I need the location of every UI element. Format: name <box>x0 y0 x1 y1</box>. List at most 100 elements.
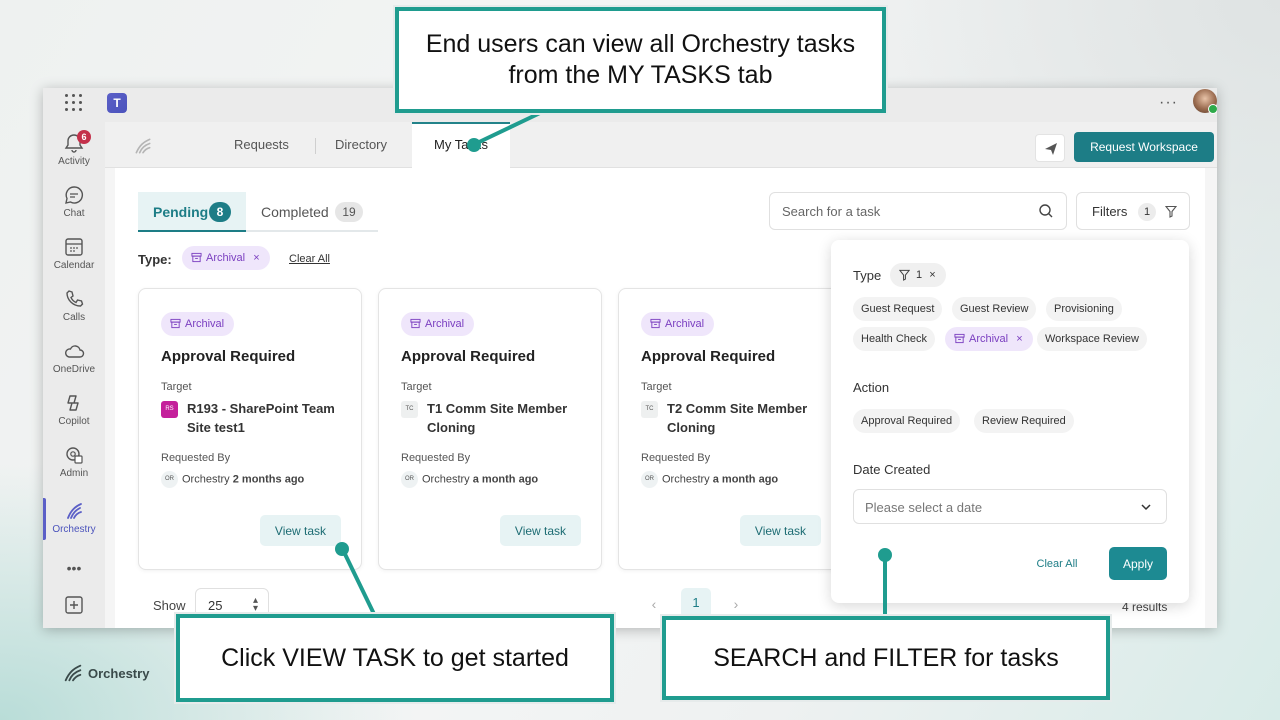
rail-label: Orchestry <box>52 524 96 535</box>
rail-item-onedrive[interactable]: OneDrive <box>43 336 105 384</box>
callout-view-task: Click VIEW TASK to get started <box>176 614 614 702</box>
rail-add-app[interactable] <box>43 592 105 620</box>
requester-name: Orchestry <box>422 473 470 486</box>
target-label: Target <box>161 381 192 393</box>
filter-option-review-required[interactable]: Review Required <box>974 409 1074 433</box>
more-options-icon[interactable]: ··· <box>1159 94 1178 112</box>
rail-label: Calendar <box>53 260 95 271</box>
clear-type-icon[interactable]: × <box>929 269 935 281</box>
request-age: a month ago <box>712 473 779 486</box>
next-page-button[interactable]: › <box>725 593 747 615</box>
filter-action-label: Action <box>853 380 890 395</box>
filters-count-badge: 1 <box>1138 203 1156 221</box>
target-name: T1 Comm Site Member Cloning <box>427 401 568 435</box>
filter-option-archival[interactable]: Archival × <box>945 327 1033 351</box>
filter-option-approval-required[interactable]: Approval Required <box>853 409 961 433</box>
task-search <box>769 192 1067 230</box>
target-label: Target <box>641 381 672 393</box>
requested-by: OR Orchestry a month ago <box>401 471 538 488</box>
clear-all-filters-button[interactable]: Clear All <box>1021 548 1093 580</box>
tab-completed[interactable]: Completed <box>261 204 329 220</box>
view-task-button[interactable]: View task <box>260 515 341 546</box>
filter-option-health-check[interactable]: Health Check <box>853 327 936 351</box>
app-launcher-icon[interactable] <box>65 94 83 112</box>
teams-logo: T <box>107 93 127 113</box>
status-tabs: Pending 8 Completed 19 <box>138 192 378 232</box>
tab-pending[interactable]: Pending 8 <box>138 192 246 232</box>
filter-funnel-icon <box>1165 205 1177 218</box>
date-placeholder: Please select a date <box>865 500 983 515</box>
admin-icon <box>66 447 83 464</box>
rail-item-calendar[interactable]: Calendar <box>43 232 105 280</box>
rail-item-chat[interactable]: Chat <box>43 180 105 228</box>
type-selected-count[interactable]: 1 × <box>890 263 946 287</box>
filter-funnel-icon <box>899 269 910 281</box>
user-avatar[interactable] <box>1193 89 1217 114</box>
requested-by-label: Requested By <box>641 452 711 464</box>
request-age: 2 months ago <box>232 473 305 486</box>
more-apps-icon: ••• <box>66 560 82 576</box>
rail-item-admin[interactable]: Admin <box>43 440 105 488</box>
activity-badge: 6 <box>77 130 91 144</box>
rail-label: OneDrive <box>52 364 96 375</box>
orchestry-icon <box>67 503 82 519</box>
archival-filter-chip[interactable]: Archival × <box>182 246 270 270</box>
tab-pending-label: Pending <box>153 204 209 220</box>
rail-label: Calls <box>62 312 86 323</box>
search-icon[interactable] <box>1038 203 1054 219</box>
rail-more[interactable]: ••• <box>43 556 105 580</box>
target-name: R193 - SharePoint Team Site test1 <box>187 401 335 435</box>
filter-option-workspace-review[interactable]: Workspace Review <box>1037 327 1147 351</box>
view-task-button[interactable]: View task <box>500 515 581 546</box>
rail-item-activity[interactable]: 6 Activity <box>43 128 105 176</box>
filters-panel: Type 1 × Guest Request Guest Review Prov… <box>831 240 1189 603</box>
prev-page-button[interactable]: ‹ <box>643 593 665 615</box>
chat-icon <box>65 186 84 204</box>
filters-button[interactable]: Filters 1 <box>1076 192 1190 230</box>
send-button[interactable] <box>1035 134 1065 162</box>
rail-label: Chat <box>63 208 85 219</box>
requested-by: OR Orchestry 2 months ago <box>161 471 304 488</box>
filter-option-guest-review[interactable]: Guest Review <box>952 297 1037 321</box>
archive-box-icon <box>650 318 661 329</box>
archival-option-label: Archival <box>969 333 1009 345</box>
tab-directory[interactable]: Directory <box>335 122 387 168</box>
target-label: Target <box>401 381 432 393</box>
filters-label: Filters <box>1092 204 1128 219</box>
pending-count-badge: 8 <box>209 202 231 222</box>
task-title: Approval Required <box>641 348 776 365</box>
clear-all-link[interactable]: Clear All <box>289 253 330 265</box>
task-type-chip: Archival <box>641 312 715 336</box>
date-created-select[interactable]: Please select a date <box>853 489 1167 524</box>
remove-archival-icon[interactable]: × <box>1016 333 1022 345</box>
filter-option-guest-request[interactable]: Guest Request <box>853 297 943 321</box>
task-type-label: Archival <box>665 318 705 330</box>
current-page[interactable]: 1 <box>681 588 711 618</box>
callout-search-filter: SEARCH and FILTER for tasks <box>662 616 1110 700</box>
tab-my-tasks[interactable]: My Tasks <box>412 122 510 168</box>
rail-item-orchestry[interactable]: Orchestry <box>43 496 105 544</box>
callout-my-tasks: End users can view all Orchestry tasks f… <box>395 7 886 113</box>
copilot-icon <box>67 395 79 411</box>
request-workspace-button[interactable]: Request Workspace <box>1074 132 1214 162</box>
filter-option-provisioning[interactable]: Provisioning <box>1046 297 1122 321</box>
rail-label: Admin <box>59 468 89 479</box>
rail-item-calls[interactable]: Calls <box>43 284 105 332</box>
calendar-icon <box>65 238 83 256</box>
request-age: a month ago <box>472 473 539 486</box>
orchestry-logo-icon <box>135 138 151 154</box>
remove-chip-icon[interactable]: × <box>253 252 259 264</box>
target-site-icon: TC <box>401 401 418 418</box>
send-icon <box>1045 143 1057 155</box>
phone-icon <box>66 290 84 307</box>
task-card: Archival Approval Required Target RS R19… <box>138 288 362 570</box>
rail-item-copilot[interactable]: Copilot <box>43 388 105 436</box>
apply-filters-button[interactable]: Apply <box>1109 547 1167 580</box>
type-count-value: 1 <box>916 269 923 281</box>
search-input[interactable] <box>770 193 1030 229</box>
archival-chip-label: Archival <box>206 252 246 264</box>
tab-requests[interactable]: Requests <box>234 122 289 168</box>
type-filter-label: Type: <box>138 252 172 267</box>
view-task-button[interactable]: View task <box>740 515 821 546</box>
task-type-label: Archival <box>185 318 225 330</box>
